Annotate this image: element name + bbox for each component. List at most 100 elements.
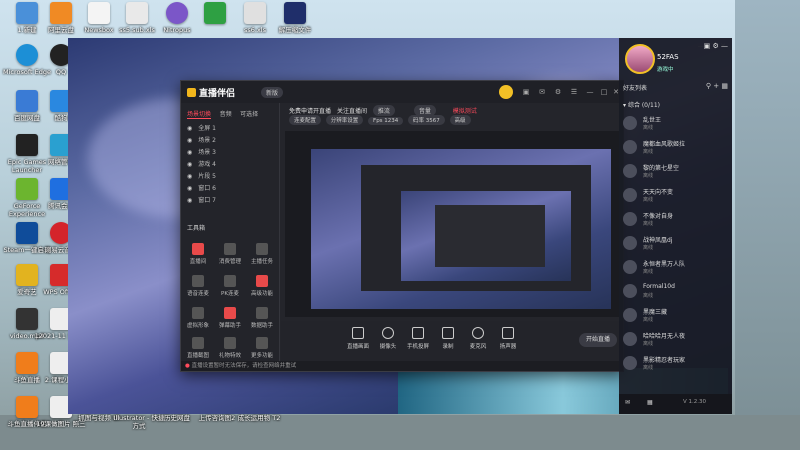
friend-list-panel: 52FAS 游戏中 ▣ ⚙ — 好友列表 ⚲ + ▦ ▾ 综合 (0/11) 乱… (619, 38, 732, 414)
file-icon (244, 2, 266, 24)
eye-icon[interactable]: ◉ (187, 197, 192, 204)
eye-icon[interactable]: ◉ (187, 137, 192, 144)
avatar (623, 116, 637, 130)
tool-icon (224, 275, 236, 287)
settings-icon[interactable]: ⚙ (553, 87, 563, 97)
start-live-button[interactable]: 开始直播 (579, 333, 617, 347)
tool-item[interactable]: 礼物特效 (217, 337, 243, 359)
file-icon (126, 2, 148, 24)
eye-icon[interactable]: ◉ (187, 125, 192, 132)
list-title: 好友列表 (623, 85, 648, 92)
folder-icon[interactable]: ▦ (721, 82, 728, 90)
list-item[interactable]: 魔都血风歌姬拉 离线 (623, 138, 729, 158)
toolbar-item[interactable]: 免费申请开直播 (289, 108, 331, 115)
scene-item[interactable]: ◉ 窗口 7 (187, 195, 216, 204)
setting-pill[interactable]: Fps 1234 (368, 117, 404, 125)
version-badge: 新版 (261, 87, 284, 98)
toolbox-title: 工具箱 (187, 225, 206, 232)
chevron-down-icon: ▾ (623, 102, 627, 109)
list-item[interactable]: 战神凤凰dj 离线 (623, 234, 729, 254)
menu-icon[interactable]: ☰ (569, 87, 579, 97)
minimize-icon[interactable]: — (721, 42, 728, 50)
eye-icon[interactable]: ◉ (187, 185, 192, 192)
scene-item[interactable]: ◉ 游戏 4 (187, 159, 216, 168)
skin-icon[interactable]: ▣ (521, 87, 531, 97)
minimize-icon[interactable]: — (585, 87, 595, 97)
bottom-toolbar: 直播画面 摄像头 手机投屏 录制 麦克风 扬声器 开始直播 (281, 321, 623, 361)
tool-icon (256, 275, 268, 287)
tool-item[interactable]: 消费管理 (217, 243, 243, 265)
camera-button[interactable]: 摄像头 (373, 327, 403, 350)
setting-pill[interactable]: 连麦配置 (289, 115, 322, 125)
eye-icon[interactable]: ◉ (187, 161, 192, 168)
list-item[interactable]: Formal10d 离线 (623, 282, 729, 302)
tool-item[interactable]: 数据助手 (249, 307, 275, 329)
list-item[interactable]: 永恒者黑万人队 离线 (623, 258, 729, 278)
tab-audio[interactable]: 音频 (220, 109, 232, 118)
list-item[interactable]: 乱世王 离线 (623, 114, 729, 134)
list-item[interactable]: 黑影精忍者玩家 离线 (623, 354, 729, 374)
avatar (623, 236, 637, 250)
logo-icon (187, 88, 196, 97)
list-item[interactable]: 天天向不变 离线 (623, 186, 729, 206)
scene-item[interactable]: ◉ 场景 3 (187, 147, 216, 156)
eye-icon[interactable]: ◉ (187, 149, 192, 156)
tool-item[interactable]: 弹幕助手 (217, 307, 243, 329)
scene-item[interactable]: ◉ 场景 2 (187, 135, 216, 144)
phone-cast-button[interactable]: 手机投屏 (403, 327, 433, 350)
list-item[interactable]: 不像对自身 离线 (623, 210, 729, 230)
list-item[interactable]: 黑魔三藏 离线 (623, 306, 729, 326)
tab-scenes[interactable]: 场景切换 (187, 109, 212, 119)
preview-canvas[interactable] (285, 131, 619, 317)
app-icon (50, 2, 72, 24)
scene-item[interactable]: ◉ 片段 5 (187, 171, 216, 180)
setting-pill[interactable]: 码率 3567 (408, 115, 445, 125)
app-logo: 直播伴侣 (187, 86, 235, 99)
list-item[interactable]: 黎的第七星空 离线 (623, 162, 729, 182)
left-panel: 场景切换 音频 可选择 ◉ 全屏 1 ◉ 场景 2 ◉ 场景 3 ◉ 游戏 4 ◉ 片段 … (181, 103, 280, 361)
screen-icon (352, 327, 364, 339)
tool-item[interactable]: 主播任务 (249, 243, 275, 265)
desktop-icon[interactable]: 成长运用物 T2 (232, 414, 286, 422)
mic-icon (472, 327, 484, 339)
friend-group[interactable]: ▾ 综合 (0/11) (623, 100, 660, 109)
toolbar-item[interactable]: 关注直播间 (337, 108, 367, 115)
skin-icon[interactable]: ▣ (704, 42, 711, 50)
maximize-icon[interactable]: □ (599, 87, 609, 97)
tool-item[interactable]: 直播间 (185, 243, 211, 265)
screen-button[interactable]: 直播画面 (343, 327, 373, 350)
add-user-icon[interactable]: + (713, 82, 719, 90)
eye-icon[interactable]: ◉ (187, 173, 192, 180)
record-button[interactable]: 录制 (433, 327, 463, 350)
test-button[interactable]: 模拟测试 (453, 108, 477, 115)
coin-icon[interactable] (499, 85, 513, 99)
desktop-icon[interactable]: 解压缩文件 (268, 2, 322, 34)
list-item[interactable]: 哈哈哈月无人夜 离线 (623, 330, 729, 350)
mic-button[interactable]: 麦克风 (463, 327, 493, 350)
avatar[interactable] (625, 44, 655, 74)
avatar (623, 188, 637, 202)
tool-item[interactable]: 高级功能 (249, 275, 275, 297)
tool-item[interactable]: 语音连麦 (185, 275, 211, 297)
setting-pill[interactable]: 分辨率设置 (325, 115, 364, 125)
app-icon (166, 2, 188, 24)
scene-item[interactable]: ◉ 窗口 6 (187, 183, 216, 192)
chat-icon[interactable]: ✉ (625, 399, 630, 406)
tab-optional[interactable]: 可选择 (240, 109, 258, 118)
tool-item[interactable]: PK连麦 (217, 275, 243, 297)
setting-pill[interactable]: 高级 (449, 115, 471, 125)
warning-icon: ● (185, 363, 190, 369)
group-icon[interactable]: ▦ (647, 399, 653, 406)
scene-item[interactable]: ◉ 全屏 1 (187, 123, 216, 132)
settings-icon[interactable]: ⚙ (712, 42, 718, 50)
avatar (623, 332, 637, 346)
tool-item[interactable]: 虚拟形象 (185, 307, 211, 329)
tool-item[interactable]: 直播截图 (185, 337, 211, 359)
speaker-button[interactable]: 扬声器 (493, 327, 523, 350)
tool-item[interactable]: 更多功能 (249, 337, 275, 359)
avatar (623, 260, 637, 274)
tool-icon (192, 307, 204, 319)
mail-icon[interactable]: ✉ (537, 87, 547, 97)
nested-preview (435, 205, 545, 267)
search-icon[interactable]: ⚲ (706, 82, 711, 90)
